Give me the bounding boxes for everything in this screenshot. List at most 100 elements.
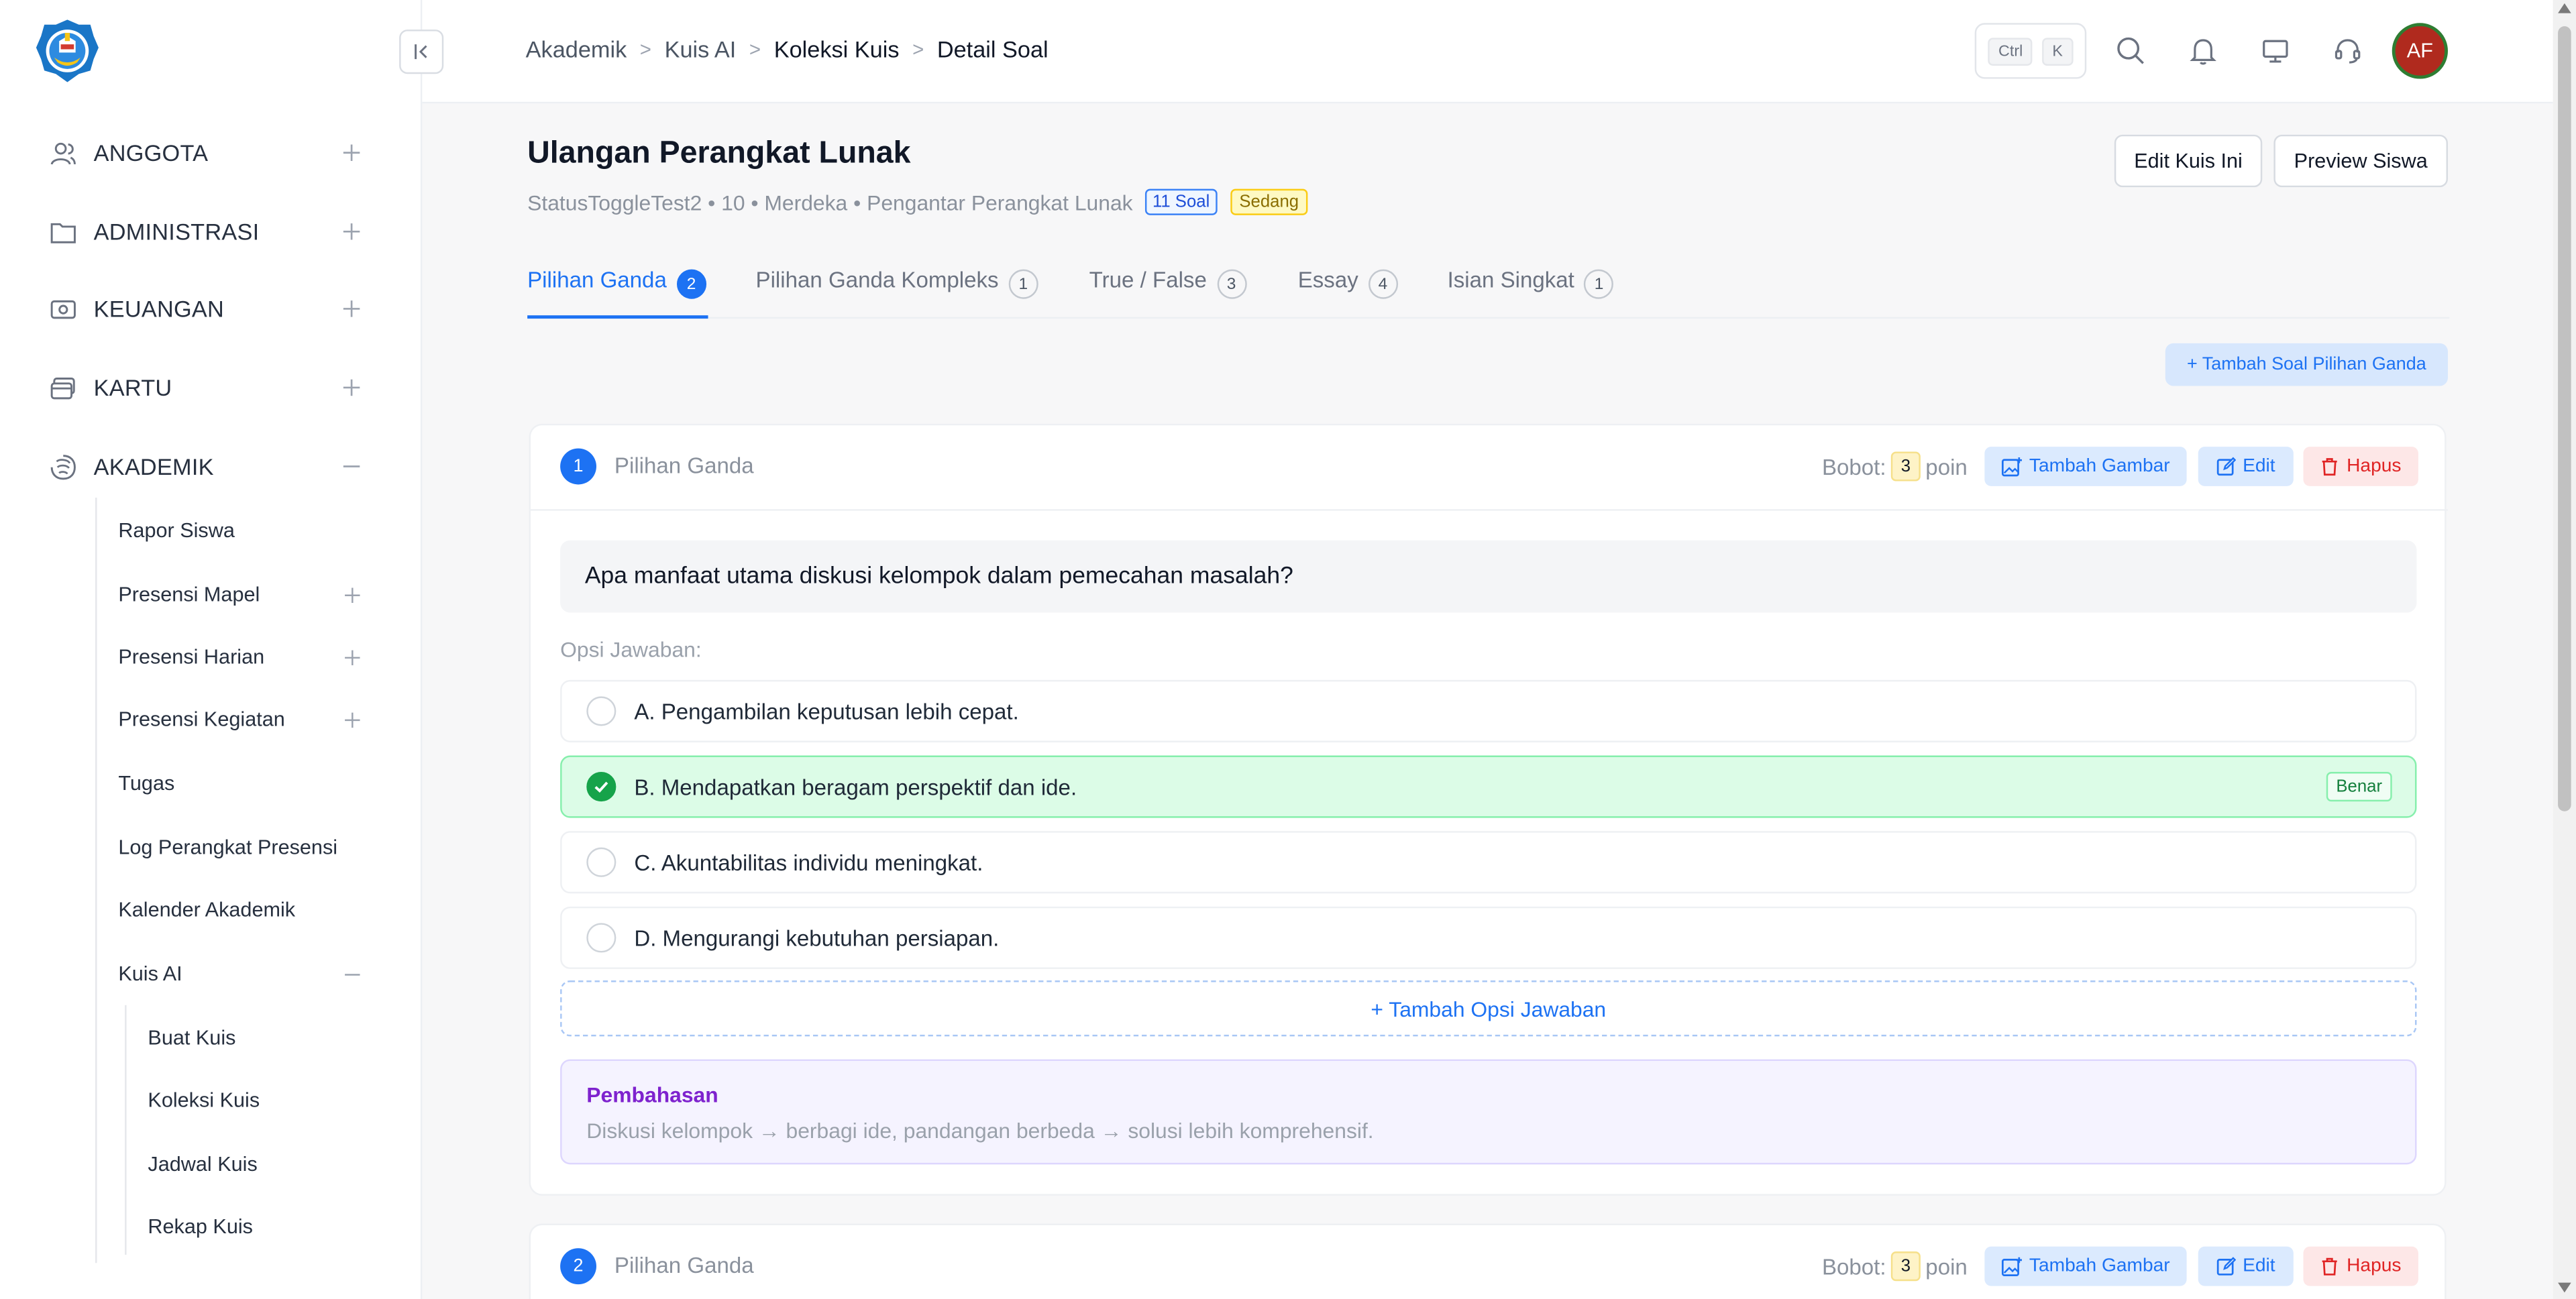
add-image-button[interactable]: Tambah Gambar — [1984, 1246, 2187, 1286]
sidebar-collapse-button[interactable] — [399, 30, 444, 74]
sidebar-subitem-presensi-harian[interactable]: Presensi Harian — [118, 632, 397, 681]
preview-student-button[interactable]: Preview Siswa — [2273, 134, 2449, 188]
tab-count-badge: 3 — [1216, 269, 1246, 299]
search-icon[interactable] — [2114, 34, 2147, 67]
sidebar-subitem-presensi-mapel[interactable]: Presensi Mapel — [118, 570, 397, 619]
option-radio[interactable] — [586, 696, 616, 726]
breadcrumb-akademik[interactable]: Akademik — [526, 36, 627, 62]
sidebar-subitem-label: Presensi Harian — [118, 645, 265, 669]
tab-label: Isian Singkat — [1447, 268, 1574, 292]
weight-value: 3 — [1890, 451, 1921, 482]
headset-icon[interactable] — [2331, 34, 2364, 67]
sidebar-item-label: AKADEMIK — [93, 453, 214, 480]
edit-icon — [2216, 1257, 2237, 1276]
tab-label: Pilihan Ganda Kompleks — [755, 268, 999, 292]
sidebar-item-label: ANGGOTA — [93, 139, 209, 166]
card-divider — [531, 509, 2449, 511]
option-text: A. Pengambilan keputusan lebih cepat. — [634, 699, 1019, 724]
plus-icon — [343, 223, 360, 240]
question-weight: Bobot: 3 poin — [1822, 1251, 1968, 1282]
delete-question-button[interactable]: Hapus — [2303, 1246, 2418, 1286]
delete-question-button[interactable]: Hapus — [2303, 447, 2418, 486]
add-option-button[interactable]: + Tambah Opsi Jawaban — [560, 980, 2417, 1037]
sidebar-item-anggota[interactable]: ANGGOTA — [0, 123, 422, 182]
answer-option-c[interactable]: C. Akuntabilitas individu meningkat. — [560, 831, 2417, 894]
command-palette-button[interactable]: Ctrl K — [1974, 23, 2087, 79]
answer-option-b[interactable]: B. Mendapatkan beragam perspektif dan id… — [560, 755, 2417, 818]
sidebar-subitem-label: Kuis AI — [118, 962, 182, 986]
delete-label: Hapus — [2347, 1256, 2402, 1276]
folder-icon — [50, 222, 76, 243]
quiz-meta-text: StatusToggleTest2 • 10 • Merdeka • Penga… — [527, 189, 1133, 215]
quiz-meta: StatusToggleTest2 • 10 • Merdeka • Penga… — [527, 188, 1307, 215]
tab-label: Essay — [1297, 268, 1358, 292]
sidebar-subitem-label: Buat Kuis — [148, 1026, 236, 1050]
sidebar-subitem-label: Presensi Mapel — [118, 583, 260, 606]
tab-label: True / False — [1089, 268, 1207, 292]
explanation-title: Pembahasan — [586, 1082, 718, 1107]
plus-icon — [343, 144, 360, 162]
option-text: D. Mengurangi kebutuhan persiapan. — [634, 925, 1000, 950]
option-radio[interactable] — [586, 847, 616, 877]
answer-option-a[interactable]: A. Pengambilan keputusan lebih cepat. — [560, 679, 2417, 742]
scroll-down-arrow-icon[interactable] — [2558, 1282, 2571, 1293]
breadcrumb: Akademik > Kuis AI > Koleksi Kuis > Deta… — [526, 36, 1049, 62]
monitor-icon[interactable] — [2259, 34, 2292, 67]
tab-count-badge: 2 — [676, 269, 706, 299]
tab-true-false[interactable]: True / False 3 — [1089, 268, 1246, 319]
sidebar-subitem-kalender-akademik[interactable]: Kalender Akademik — [118, 885, 397, 934]
breadcrumb-detail-soal: Detail Soal — [936, 36, 1049, 63]
question-type-label: Pilihan Ganda — [614, 453, 754, 478]
tab-pilihan-ganda[interactable]: Pilihan Ganda 2 — [527, 268, 706, 319]
sidebar-subitem-log-perangkat-presensi[interactable]: Log Perangkat Presensi — [118, 823, 397, 872]
sidebar-item-label: KEUANGAN — [93, 295, 224, 323]
tab-essay[interactable]: Essay 4 — [1298, 268, 1398, 319]
school-logo-icon[interactable] — [34, 18, 100, 84]
sidebar-subitem-presensi-kegiatan[interactable]: Presensi Kegiatan — [118, 695, 397, 744]
scroll-up-arrow-icon[interactable] — [2558, 3, 2571, 13]
bell-icon[interactable] — [2187, 34, 2220, 67]
tab-isian-singkat[interactable]: Isian Singkat 1 — [1448, 268, 1614, 319]
plus-icon — [343, 300, 360, 317]
sidebar-subitem-tugas[interactable]: Tugas — [118, 758, 397, 807]
answer-option-d[interactable]: D. Mengurangi kebutuhan persiapan. — [560, 906, 2417, 969]
option-radio[interactable] — [586, 923, 616, 953]
question-count-badge: 11 Soal — [1144, 188, 1218, 215]
money-icon — [50, 299, 76, 319]
sidebar-subitem-koleksi-kuis[interactable]: Koleksi Kuis — [148, 1076, 394, 1125]
sidebar-item-keuangan[interactable]: KEUANGAN — [0, 279, 422, 338]
breadcrumb-kuis-ai[interactable]: Kuis AI — [665, 36, 737, 62]
sidebar-item-akademik[interactable]: AKADEMIK — [0, 437, 422, 496]
option-radio-checked[interactable] — [586, 772, 616, 802]
sidebar-subitem-rapor-siswa[interactable]: Rapor Siswa — [118, 506, 397, 555]
trash-icon — [2322, 458, 2338, 476]
kbd-ctrl: Ctrl — [1988, 37, 2033, 65]
edit-question-button[interactable]: Edit — [2198, 1246, 2294, 1286]
question-type-label: Pilihan Ganda — [614, 1253, 754, 1278]
scrollbar-thumb[interactable] — [2558, 26, 2571, 811]
sidebar-item-kartu[interactable]: KARTU — [0, 358, 422, 417]
edit-quiz-button[interactable]: Edit Kuis Ini — [2114, 134, 2263, 188]
sidebar-subitem-label: Jadwal Kuis — [148, 1153, 258, 1176]
tab-pilihan-ganda-kompleks[interactable]: Pilihan Ganda Kompleks 1 — [756, 268, 1038, 319]
sidebar-item-administrasi[interactable]: ADMINISTRASI — [0, 202, 422, 261]
chevron-right-icon: > — [639, 38, 651, 61]
avatar[interactable]: AF — [2392, 23, 2449, 79]
kbd-k: K — [2042, 37, 2073, 65]
sidebar-subitem-buat-kuis[interactable]: Buat Kuis — [148, 1013, 394, 1062]
sidebar-subitem-rekap-kuis[interactable]: Rekap Kuis — [148, 1202, 394, 1251]
sidebar-subitem-kuis-ai[interactable]: Kuis AI — [118, 950, 397, 999]
plus-icon — [343, 379, 360, 396]
sidebar-subitem-label: Rapor Siswa — [118, 518, 235, 543]
minus-icon — [345, 973, 360, 975]
sidebar-subitem-jadwal-kuis[interactable]: Jadwal Kuis — [148, 1140, 394, 1189]
add-image-label: Tambah Gambar — [2029, 1256, 2170, 1276]
breadcrumb-koleksi-kuis[interactable]: Koleksi Kuis — [774, 36, 900, 62]
add-image-button[interactable]: Tambah Gambar — [1984, 447, 2187, 486]
sidebar-item-label: ADMINISTRASI — [93, 218, 260, 245]
page-title: Ulangan Perangkat Lunak — [527, 136, 911, 171]
active-tab-indicator — [527, 315, 708, 319]
add-question-button[interactable]: + Tambah Soal Pilihan Ganda — [2165, 343, 2449, 386]
edit-question-button[interactable]: Edit — [2198, 447, 2294, 486]
sidebar-subitem-label: Log Perangkat Presensi — [118, 836, 338, 859]
